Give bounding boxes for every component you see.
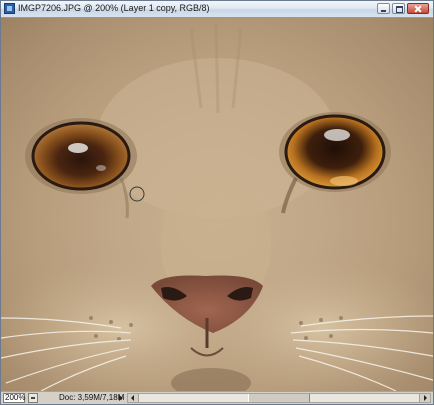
maximize-button[interactable] bbox=[392, 3, 405, 14]
horizontal-scrollbar[interactable] bbox=[127, 393, 431, 403]
status-menu-arrow-icon[interactable] bbox=[119, 395, 123, 401]
window-title: IMGP7206.JPG @ 200% (Layer 1 copy, RGB/8… bbox=[18, 3, 210, 13]
scroll-thumb[interactable] bbox=[248, 394, 310, 402]
zoom-field[interactable]: 200% bbox=[3, 393, 25, 403]
document-size-info: Doc: 3,59M/7,18M bbox=[59, 393, 125, 402]
status-bar: 200% Doc: 3,59M/7,18M bbox=[1, 391, 433, 404]
document-window: IMGP7206.JPG @ 200% (Layer 1 copy, RGB/8… bbox=[0, 0, 434, 405]
image-canvas[interactable] bbox=[1, 18, 433, 391]
cat-face-photo bbox=[1, 22, 433, 391]
document-icon bbox=[4, 3, 15, 14]
minimize-button[interactable] bbox=[377, 3, 390, 14]
scroll-right-button[interactable] bbox=[419, 394, 430, 402]
scroll-left-button[interactable] bbox=[128, 394, 139, 402]
status-info-icon[interactable] bbox=[28, 393, 38, 403]
left-eye bbox=[25, 118, 137, 194]
close-button[interactable] bbox=[407, 3, 429, 14]
title-bar[interactable]: IMGP7206.JPG @ 200% (Layer 1 copy, RGB/8… bbox=[1, 1, 433, 18]
